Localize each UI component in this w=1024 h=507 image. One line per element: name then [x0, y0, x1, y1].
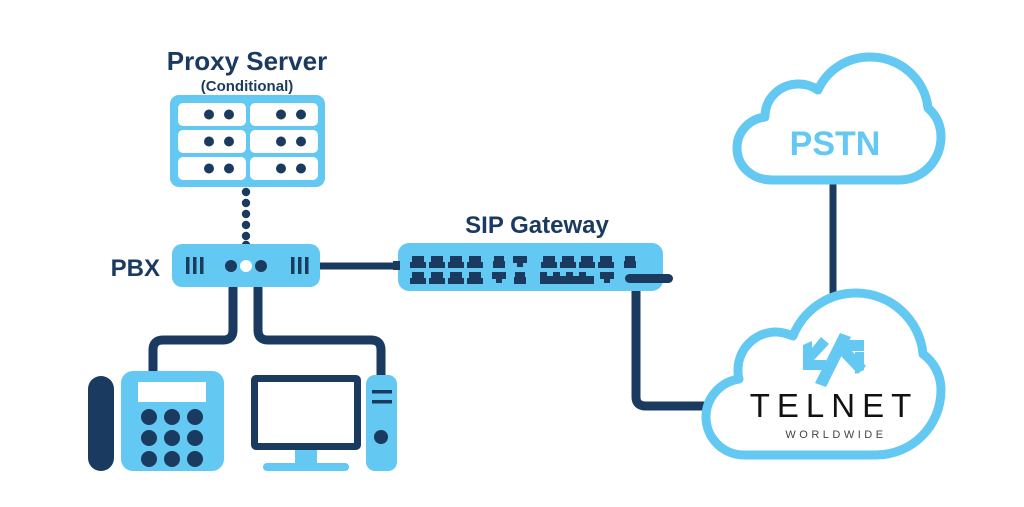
connection-proxy-to-pbx: [241, 187, 251, 250]
server-rack-icon: [170, 95, 325, 187]
telnet-wordmark: TELNET: [750, 387, 919, 424]
node-pstn[interactable]: PSTN: [732, 52, 946, 185]
pbx-label: PBX: [111, 255, 160, 282]
network-switch-icon: [393, 243, 673, 291]
pbx-device-icon: [172, 244, 320, 287]
network-diagram: Proxy Server (Conditional) PBX SIP Gatew…: [0, 0, 1024, 507]
node-sip-gateway[interactable]: SIP Gateway: [393, 212, 673, 291]
node-pbx[interactable]: PBX: [111, 244, 320, 287]
node-telnet[interactable]: TELNET WORLDWIDE: [701, 288, 946, 460]
node-desk-phone[interactable]: [88, 371, 224, 471]
node-pc-tower[interactable]: [366, 375, 397, 471]
monitor-icon: [251, 375, 361, 471]
node-proxy-server[interactable]: Proxy Server (Conditional): [167, 46, 327, 187]
proxy-server-label: Proxy Server: [167, 46, 327, 76]
connection-pbx-to-computer: [253, 285, 386, 385]
node-desktop-computer[interactable]: [251, 375, 361, 471]
proxy-server-sublabel: (Conditional): [201, 78, 293, 95]
connection-pbx-to-phone: [148, 285, 238, 385]
pc-tower-icon: [366, 375, 397, 471]
telnet-tagline: WORLDWIDE: [785, 429, 886, 441]
desk-phone-icon: [88, 371, 224, 471]
connection-sip-gateway-to-telnet: [631, 289, 722, 411]
pstn-label: PSTN: [790, 125, 881, 163]
sip-gateway-label: SIP Gateway: [465, 212, 609, 239]
